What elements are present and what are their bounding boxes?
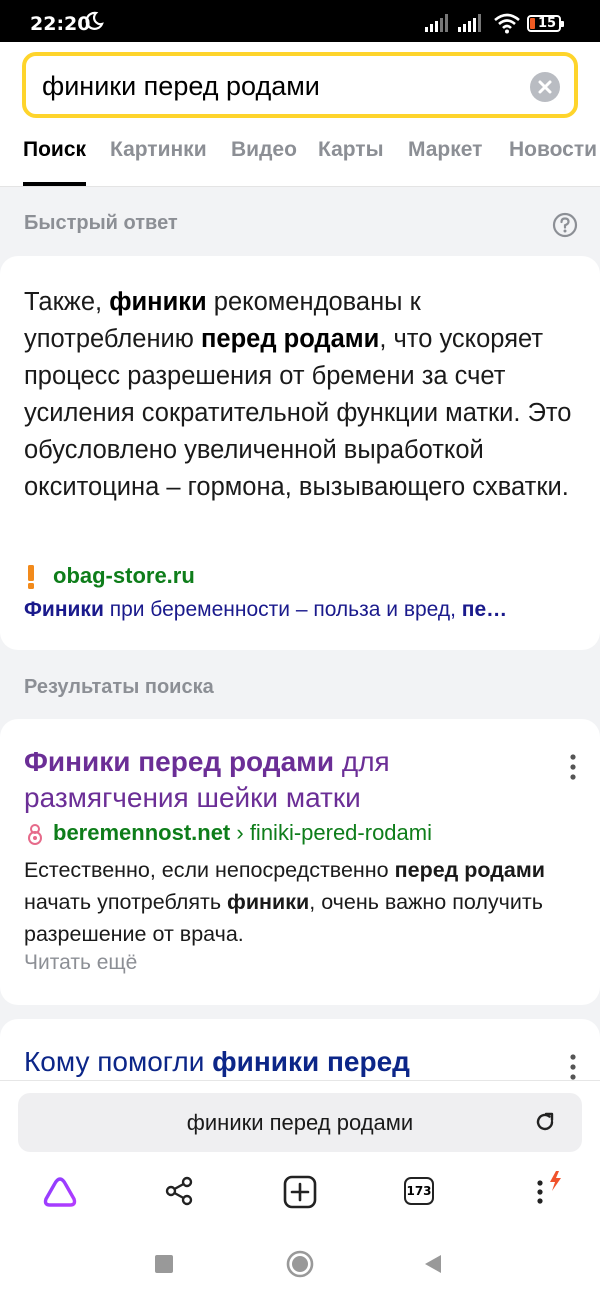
quick-answer-label: Быстрый ответ: [24, 212, 178, 234]
search-result: Финики перед родами для размягчения шейк…: [0, 719, 600, 1005]
address-bar[interactable]: финики перед родами: [18, 1093, 582, 1152]
result-path: › finiki-pered-rodami: [230, 820, 432, 845]
status-bar: 22:20 15: [0, 0, 600, 42]
active-tab-indicator: [23, 182, 86, 186]
source-domain-link[interactable]: obag-store.ru: [53, 563, 195, 589]
quick-answer-text: Также, финики рекомендованы к употреблен…: [24, 288, 572, 501]
result-snippet: Естественно, если непосредственно перед …: [24, 858, 545, 946]
tab-news[interactable]: Новости: [509, 138, 597, 162]
browser-bottom-bar: финики перед родами 173: [0, 1080, 600, 1227]
exclamation-icon: [28, 565, 34, 589]
help-icon[interactable]: [552, 212, 578, 238]
close-icon: [538, 80, 552, 94]
result-domain: beremennost.net: [53, 820, 231, 845]
search-input[interactable]: финики перед родами: [22, 52, 578, 118]
result-title-text: Кому помогли: [24, 1046, 213, 1077]
share-icon[interactable]: [164, 1176, 194, 1206]
status-time: 22:20: [30, 13, 91, 35]
tabs-count-button[interactable]: 173: [404, 1177, 434, 1205]
more-options-icon[interactable]: [566, 753, 580, 781]
source-title-bold: Финики: [24, 598, 104, 621]
signal-icon: [425, 14, 448, 32]
clear-search-button[interactable]: [530, 72, 560, 102]
tab-search[interactable]: Поиск: [23, 138, 86, 162]
tab-video[interactable]: Видео: [231, 138, 297, 162]
result-title-link[interactable]: Финики перед родами для размягчения шейк…: [24, 744, 544, 816]
signal-icon: [458, 14, 481, 32]
battery-level: 15: [538, 16, 557, 31]
wifi-icon: [494, 13, 520, 34]
back-icon[interactable]: [423, 1254, 443, 1274]
source-title-link[interactable]: Финики при беременности – польза и вред,…: [24, 598, 580, 622]
recent-apps-icon[interactable]: [155, 1255, 173, 1273]
result-title-bold: финики перед: [212, 1046, 410, 1077]
tab-images[interactable]: Картинки: [110, 138, 207, 162]
alice-assistant-icon[interactable]: [42, 1175, 78, 1209]
source-title-text: при беременности – польза и вред,: [103, 598, 462, 621]
site-favicon-icon: [28, 824, 42, 845]
quick-answer-card: Также, финики рекомендованы к употреблен…: [0, 256, 600, 650]
source-title-bold-end: пе…: [461, 598, 508, 621]
result-url-link[interactable]: beremennost.net › finiki-pered-rodami: [53, 820, 432, 846]
results-label: Результаты поиска: [24, 676, 214, 698]
tab-maps[interactable]: Карты: [318, 138, 384, 162]
read-more-link[interactable]: Читать ещё: [24, 951, 137, 975]
search-query: финики перед родами: [42, 71, 320, 101]
battery-icon: 15: [527, 15, 564, 32]
tab-market[interactable]: Маркет: [408, 138, 482, 162]
moon-icon: [85, 11, 104, 30]
result-title-bold: Финики перед родами: [24, 746, 335, 777]
search-tabs: Поиск Картинки Видео Карты Маркет Новост…: [0, 138, 600, 186]
home-icon[interactable]: [286, 1250, 314, 1278]
address-text: финики перед родами: [186, 1110, 414, 1135]
new-tab-icon[interactable]: [283, 1175, 317, 1209]
more-options-icon[interactable]: [566, 1053, 580, 1081]
system-nav-bar: [0, 1226, 600, 1299]
menu-icon[interactable]: [530, 1169, 570, 1209]
reload-icon[interactable]: [534, 1111, 556, 1133]
result-title-link[interactable]: Кому помогли финики перед: [24, 1044, 564, 1080]
search-header: финики перед родами Поиск Картинки Видео…: [0, 42, 600, 187]
